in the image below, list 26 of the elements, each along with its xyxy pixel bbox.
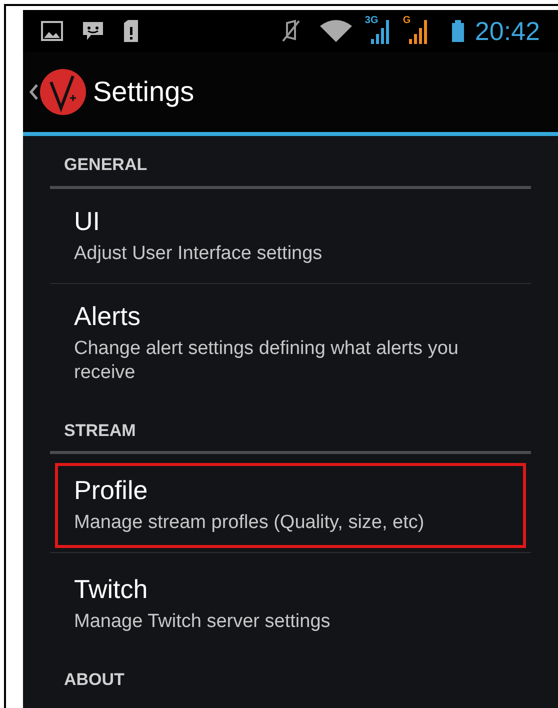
setting-item[interactable]: UI Adjust User Interface settings	[50, 188, 531, 284]
setting-title: Twitch	[74, 573, 149, 606]
setting-item[interactable]: Profile Manage stream profles (Quality, size, etc)	[50, 458, 531, 553]
setting-summary: Change alert settings defining what alerts you receive	[74, 336, 460, 384]
mute-icon	[280, 19, 301, 43]
setting-title: UI	[74, 204, 101, 238]
section-header: ABOUT	[63, 669, 126, 691]
network-type-label: G	[402, 16, 411, 26]
setting-title: Alerts	[74, 300, 142, 332]
clock: 20:42	[474, 14, 540, 48]
section-header: GENERAL	[50, 136, 531, 188]
setting-title: Profile	[74, 474, 149, 507]
setting-item[interactable]: Twitch Manage Twitch server settings	[50, 557, 531, 651]
setting-summary: Manage Twitch server settings	[74, 610, 332, 634]
setting-summary: Adjust User Interface settings	[74, 242, 324, 266]
network-type-label: 3G	[364, 16, 378, 26]
sd-card-icon	[123, 19, 139, 43]
wifi-icon	[318, 19, 353, 43]
back-caret-icon	[29, 83, 39, 101]
section-header: STREAM	[50, 402, 531, 454]
picture-icon	[41, 21, 63, 41]
screen-title: Settings	[93, 75, 194, 109]
app-logo-icon	[39, 68, 87, 116]
setting-item[interactable]: Alerts Change alert settings defining what alerts you receive	[50, 284, 531, 402]
setting-summary: Manage stream profles (Quality, size, etc)	[74, 511, 426, 535]
battery-icon	[450, 19, 465, 43]
